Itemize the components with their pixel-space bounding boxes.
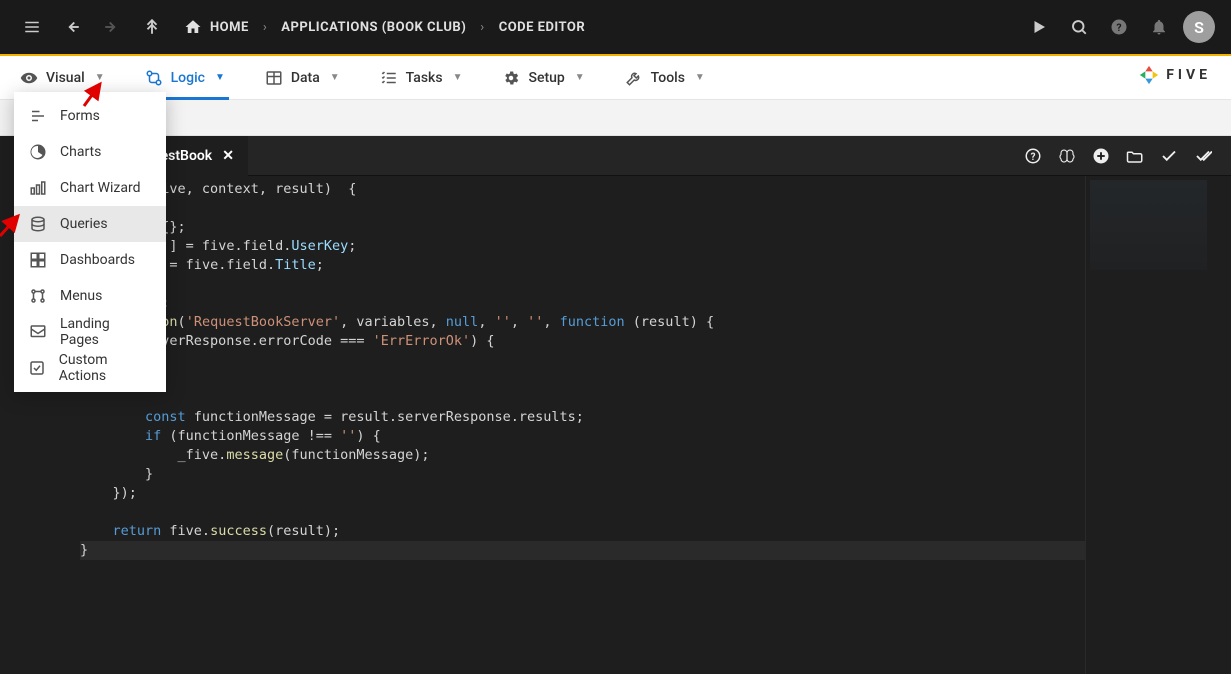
brand-logo: FIVE: [1138, 64, 1211, 86]
add-icon[interactable]: [1087, 142, 1115, 170]
menubar: Visual ▼ Logic ▼ Data ▼ Tasks ▼ Setup ▼ …: [0, 56, 1231, 100]
breadcrumb-page[interactable]: CODE EDITOR: [499, 20, 586, 35]
eye-icon: [20, 69, 38, 87]
menu-tools[interactable]: Tools ▼: [625, 56, 705, 99]
dropdown-item-queries[interactable]: Queries: [14, 206, 166, 242]
menu-setup[interactable]: Setup ▼: [502, 56, 584, 99]
logic-icon: [145, 69, 163, 87]
menu-data[interactable]: Data ▼: [265, 56, 340, 99]
dropdown-item-forms[interactable]: Forms: [14, 98, 166, 134]
tools-icon: [625, 69, 643, 87]
dd-item-label: Landing Pages: [60, 316, 152, 348]
dd-item-label: Charts: [60, 144, 101, 160]
hint-icon[interactable]: ?: [1019, 142, 1047, 170]
menu-logic-label: Logic: [171, 70, 205, 86]
dropdown-item-menus[interactable]: Menus: [14, 278, 166, 314]
code-editor: uestBook ✕ RequestBook ✕ ? 1112131415161…: [0, 136, 1231, 674]
chevron-right-icon: ›: [263, 20, 267, 35]
chevron-down-icon: ▼: [695, 72, 705, 83]
menu-tools-label: Tools: [651, 70, 685, 86]
dropdown-item-dashboards[interactable]: Dashboards: [14, 242, 166, 278]
dd-item-label: Queries: [60, 216, 108, 232]
folder-open-icon[interactable]: [1121, 142, 1149, 170]
bell-icon[interactable]: [1143, 11, 1175, 43]
dd-item-label: Dashboards: [60, 252, 135, 268]
chevron-down-icon: ▼: [453, 72, 463, 83]
nav-back-icon[interactable]: [56, 11, 88, 43]
dd-item-label: Custom Actions: [59, 352, 152, 384]
brain-icon[interactable]: [1053, 142, 1081, 170]
breadcrumb-app[interactable]: APPLICATIONS (BOOK CLUB): [281, 20, 466, 35]
menu-tasks[interactable]: Tasks ▼: [380, 56, 463, 99]
dd-item-label: Forms: [60, 108, 100, 124]
menu-setup-label: Setup: [528, 70, 564, 86]
breadcrumb: HOME › APPLICATIONS (BOOK CLUB) › CODE E…: [184, 18, 585, 36]
check-all-icon[interactable]: [1189, 142, 1217, 170]
dropdown-item-custom-actions[interactable]: Custom Actions: [14, 350, 166, 386]
hamburger-icon[interactable]: [16, 11, 48, 43]
menu-tasks-label: Tasks: [406, 70, 443, 86]
tasks-icon: [380, 69, 398, 87]
gear-icon: [502, 69, 520, 87]
play-icon[interactable]: [1023, 11, 1055, 43]
dd-item-icon: [28, 215, 48, 233]
chevron-down-icon: ▼: [95, 72, 105, 83]
minimap[interactable]: [1085, 176, 1215, 674]
visual-dropdown: Forms Charts Chart Wizard Queries Dashboards…: [14, 92, 166, 392]
dd-item-icon: [28, 359, 47, 377]
menu-data-label: Data: [291, 70, 320, 86]
table-icon: [265, 69, 283, 87]
avatar[interactable]: S: [1183, 11, 1215, 43]
breadcrumb-home[interactable]: HOME: [210, 20, 249, 35]
topbar: HOME › APPLICATIONS (BOOK CLUB) › CODE E…: [0, 0, 1231, 56]
search-icon[interactable]: [1063, 11, 1095, 43]
nav-up-icon[interactable]: [136, 11, 168, 43]
help-icon[interactable]: ?: [1103, 11, 1135, 43]
svg-text:?: ?: [1116, 21, 1121, 34]
dd-item-icon: [28, 143, 48, 161]
code-area[interactable]: uestBook(five, context, result) { riable…: [70, 176, 1085, 674]
dropdown-item-landing-pages[interactable]: Landing Pages: [14, 314, 166, 350]
editor-tabs: uestBook ✕ RequestBook ✕ ?: [16, 136, 1231, 176]
dd-item-icon: [28, 323, 48, 341]
chevron-down-icon: ▼: [575, 72, 585, 83]
svg-text:?: ?: [1031, 151, 1036, 162]
chevron-down-icon: ▼: [215, 72, 225, 83]
dropdown-item-chart-wizard[interactable]: Chart Wizard: [14, 170, 166, 206]
chevron-right-icon: ›: [480, 20, 484, 35]
home-icon[interactable]: HOME: [184, 18, 249, 36]
nav-forward-icon: [96, 11, 128, 43]
subheader: [0, 100, 1231, 136]
dd-item-icon: [28, 287, 48, 305]
chevron-down-icon: ▼: [330, 72, 340, 83]
vertical-scrollbar[interactable]: [1215, 176, 1231, 674]
dd-item-label: Menus: [60, 288, 102, 304]
check-icon[interactable]: [1155, 142, 1183, 170]
dd-item-label: Chart Wizard: [60, 180, 140, 196]
dd-item-icon: [28, 251, 48, 269]
menu-visual-label: Visual: [46, 70, 85, 86]
dd-item-icon: [28, 107, 48, 125]
dd-item-icon: [28, 179, 48, 197]
dropdown-item-charts[interactable]: Charts: [14, 134, 166, 170]
close-icon[interactable]: ✕: [222, 148, 234, 164]
